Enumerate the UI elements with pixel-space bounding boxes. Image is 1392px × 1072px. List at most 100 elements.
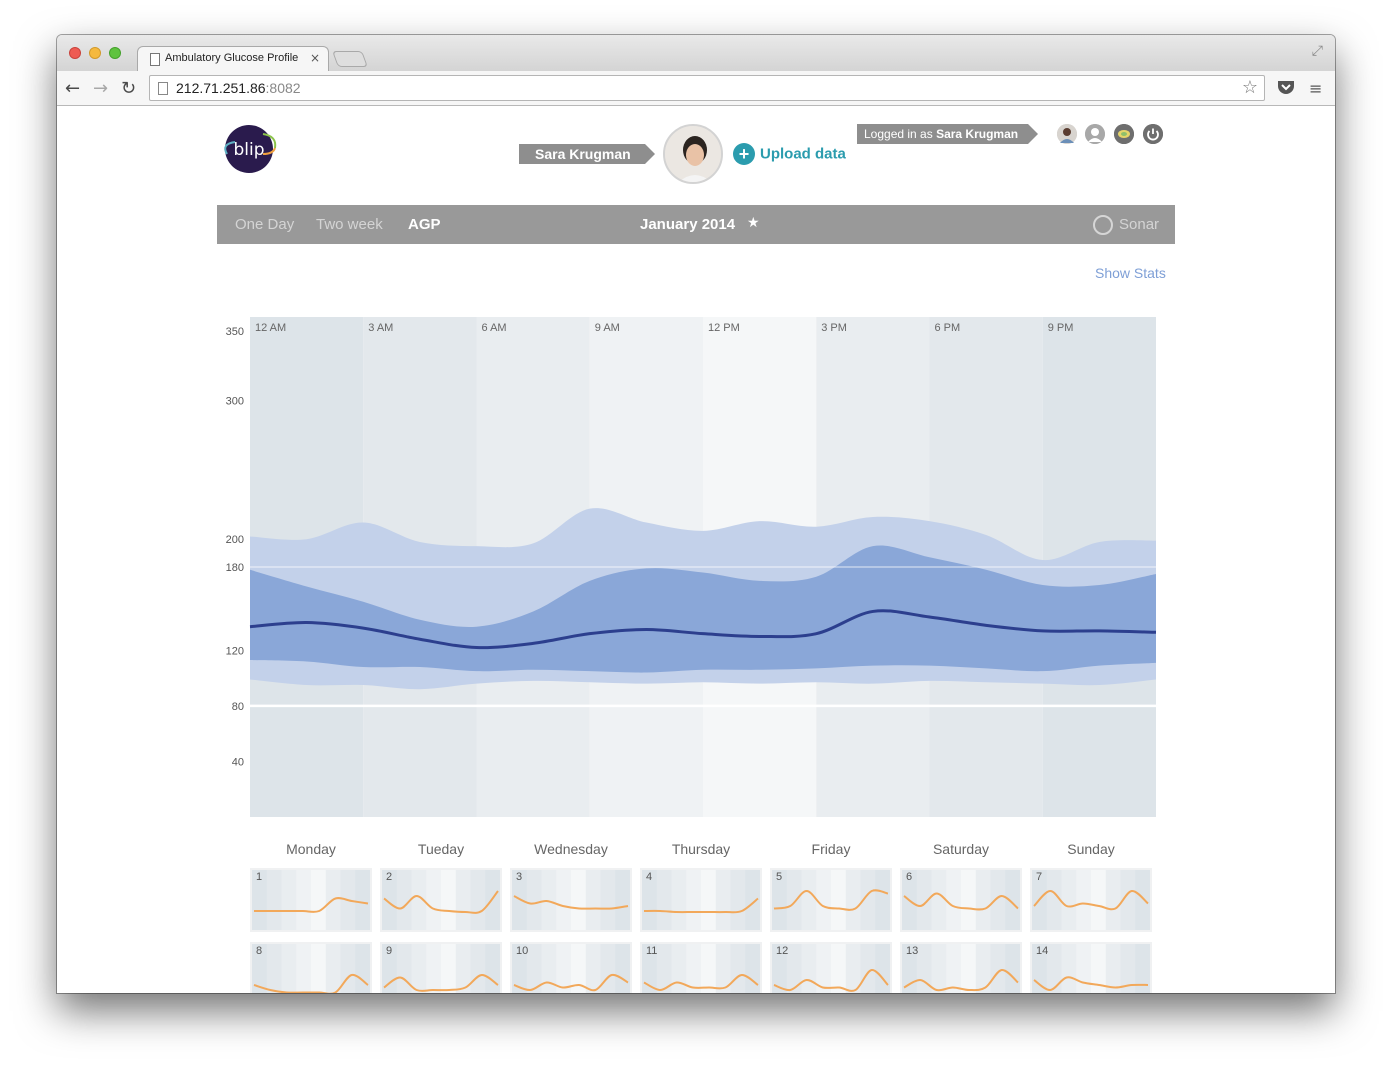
power-icon[interactable]	[1143, 124, 1163, 144]
star-icon[interactable]: ★	[747, 215, 760, 231]
sparkline-band	[1091, 870, 1107, 930]
clock-icon	[1093, 215, 1113, 235]
day-number: 13	[906, 945, 919, 957]
y-tick-label: 350	[226, 326, 244, 338]
calendar-day-cell[interactable]: 8	[250, 942, 372, 993]
logged-in-user[interactable]: Sara Krugman	[936, 127, 1018, 141]
sparkline-band	[600, 870, 616, 930]
user-avatar-icon[interactable]	[1057, 124, 1077, 144]
new-tab-button[interactable]	[332, 51, 368, 67]
calendar-day-cell[interactable]: 13	[900, 942, 1022, 993]
sparkline-band	[875, 870, 890, 930]
fullscreen-icon[interactable]: ⤢	[1312, 43, 1323, 59]
close-window-button[interactable]	[69, 47, 81, 59]
page-icon	[150, 53, 160, 66]
day-sparkline	[252, 944, 370, 993]
calendar-day-cell[interactable]: 12	[770, 942, 892, 993]
sparkline-band	[786, 944, 803, 993]
calendar-day-cell[interactable]: 9	[380, 942, 502, 993]
sparkline-band	[1135, 870, 1150, 930]
patient-avatar[interactable]	[663, 124, 723, 184]
sparkline-band	[946, 870, 962, 930]
forward-icon[interactable]: →	[93, 78, 108, 99]
sparkline-band	[831, 870, 847, 930]
logged-in-prefix: Logged in as	[864, 127, 937, 141]
tab-two-week[interactable]: Two week	[316, 216, 383, 233]
sparkline-band	[311, 944, 327, 993]
day-number: 14	[1036, 945, 1049, 957]
sparkline-band	[266, 944, 283, 993]
care-team-icon[interactable]	[1114, 124, 1134, 144]
calendar-day-cell[interactable]: 6	[900, 868, 1022, 932]
day-sparkline	[512, 944, 630, 993]
address-bar[interactable]: 212.71.251.86:8082 ☆	[149, 75, 1265, 101]
sparkline-band	[485, 944, 500, 993]
url-host: 212.71.251.86	[176, 80, 266, 96]
calendar-day-cell[interactable]: 1	[250, 868, 372, 932]
day-sparkline	[382, 944, 500, 993]
sparkline-band	[281, 870, 297, 930]
day-sparkline	[772, 944, 890, 993]
calendar-day-cell[interactable]: 5	[770, 868, 892, 932]
sparkline-band	[325, 944, 342, 993]
sparkline-band	[470, 870, 486, 930]
day-sparkline	[772, 870, 890, 930]
sparkline-band	[730, 870, 746, 930]
show-stats-link[interactable]: Show Stats	[1095, 265, 1166, 281]
day-number: 3	[516, 871, 523, 883]
app-page: blip Sara Krugman + Upload data Logged in…	[57, 107, 1335, 993]
calendar-day-cell[interactable]: 7	[1030, 868, 1152, 932]
sparkline-band	[615, 944, 630, 993]
calendar-day-cell[interactable]: 10	[510, 942, 632, 993]
sparkline-band	[1076, 870, 1092, 930]
tab-close-icon[interactable]: ×	[310, 51, 320, 65]
browser-toolbar: ← → ↻ 212.71.251.86:8082 ☆ ≡	[57, 71, 1335, 106]
pocket-icon[interactable]	[1277, 79, 1295, 99]
sparkline-band	[961, 870, 977, 930]
sparkline-band	[266, 870, 283, 930]
reload-icon[interactable]: ↻	[121, 78, 136, 99]
x-tick-label: 3 PM	[821, 322, 847, 334]
y-tick-label: 200	[226, 534, 244, 546]
calendar-day-cell[interactable]: 2	[380, 868, 502, 932]
sparkline-band	[701, 870, 717, 930]
profile-icon[interactable]	[1085, 124, 1105, 144]
sparkline-band	[860, 944, 876, 993]
sparkline-band	[541, 870, 557, 930]
day-sparkline	[252, 870, 370, 930]
patient-name-tag[interactable]: Sara Krugman	[519, 144, 655, 164]
back-icon[interactable]: ←	[65, 78, 80, 99]
browser-tab[interactable]: Ambulatory Glucose Profile ×	[137, 46, 329, 71]
calendar-day-cell[interactable]: 3	[510, 868, 632, 932]
upload-data-button[interactable]: + Upload data	[733, 143, 846, 165]
calendar-day-cell[interactable]: 14	[1030, 942, 1152, 993]
y-tick-label: 300	[226, 395, 244, 407]
sparkline-band	[801, 870, 817, 930]
sparkline-band	[1105, 944, 1122, 993]
sparkline-band	[801, 944, 817, 993]
weekday-label: Monday	[286, 841, 336, 857]
menu-icon[interactable]: ≡	[1309, 79, 1322, 98]
weekday-label: Sunday	[1067, 841, 1115, 857]
x-tick-label: 3 AM	[368, 322, 393, 334]
zoom-window-button[interactable]	[109, 47, 121, 59]
minimize-window-button[interactable]	[89, 47, 101, 59]
x-tick-label: 9 AM	[595, 322, 620, 334]
sparkline-band	[426, 944, 442, 993]
sparkline-band	[946, 944, 962, 993]
sparkline-band	[296, 870, 312, 930]
sparkline-band	[701, 944, 717, 993]
url-text[interactable]: 212.71.251.86:8082	[176, 80, 301, 96]
calendar-day-cell[interactable]: 4	[640, 868, 762, 932]
bookmark-star-icon[interactable]: ☆	[1242, 77, 1258, 98]
view-navbar: One Day Two week AGP January 2014 ★ Sona…	[217, 205, 1175, 244]
tab-agp[interactable]: AGP	[408, 216, 441, 233]
blip-logo[interactable]: blip	[217, 124, 283, 174]
sparkline-band	[745, 870, 760, 930]
device-label[interactable]: Sonar	[1119, 216, 1159, 233]
x-tick-label: 6 AM	[482, 322, 507, 334]
calendar-day-cell[interactable]: 11	[640, 942, 762, 993]
tab-one-day[interactable]: One Day	[235, 216, 294, 233]
page-icon	[158, 82, 168, 95]
day-sparkline	[1032, 870, 1150, 930]
